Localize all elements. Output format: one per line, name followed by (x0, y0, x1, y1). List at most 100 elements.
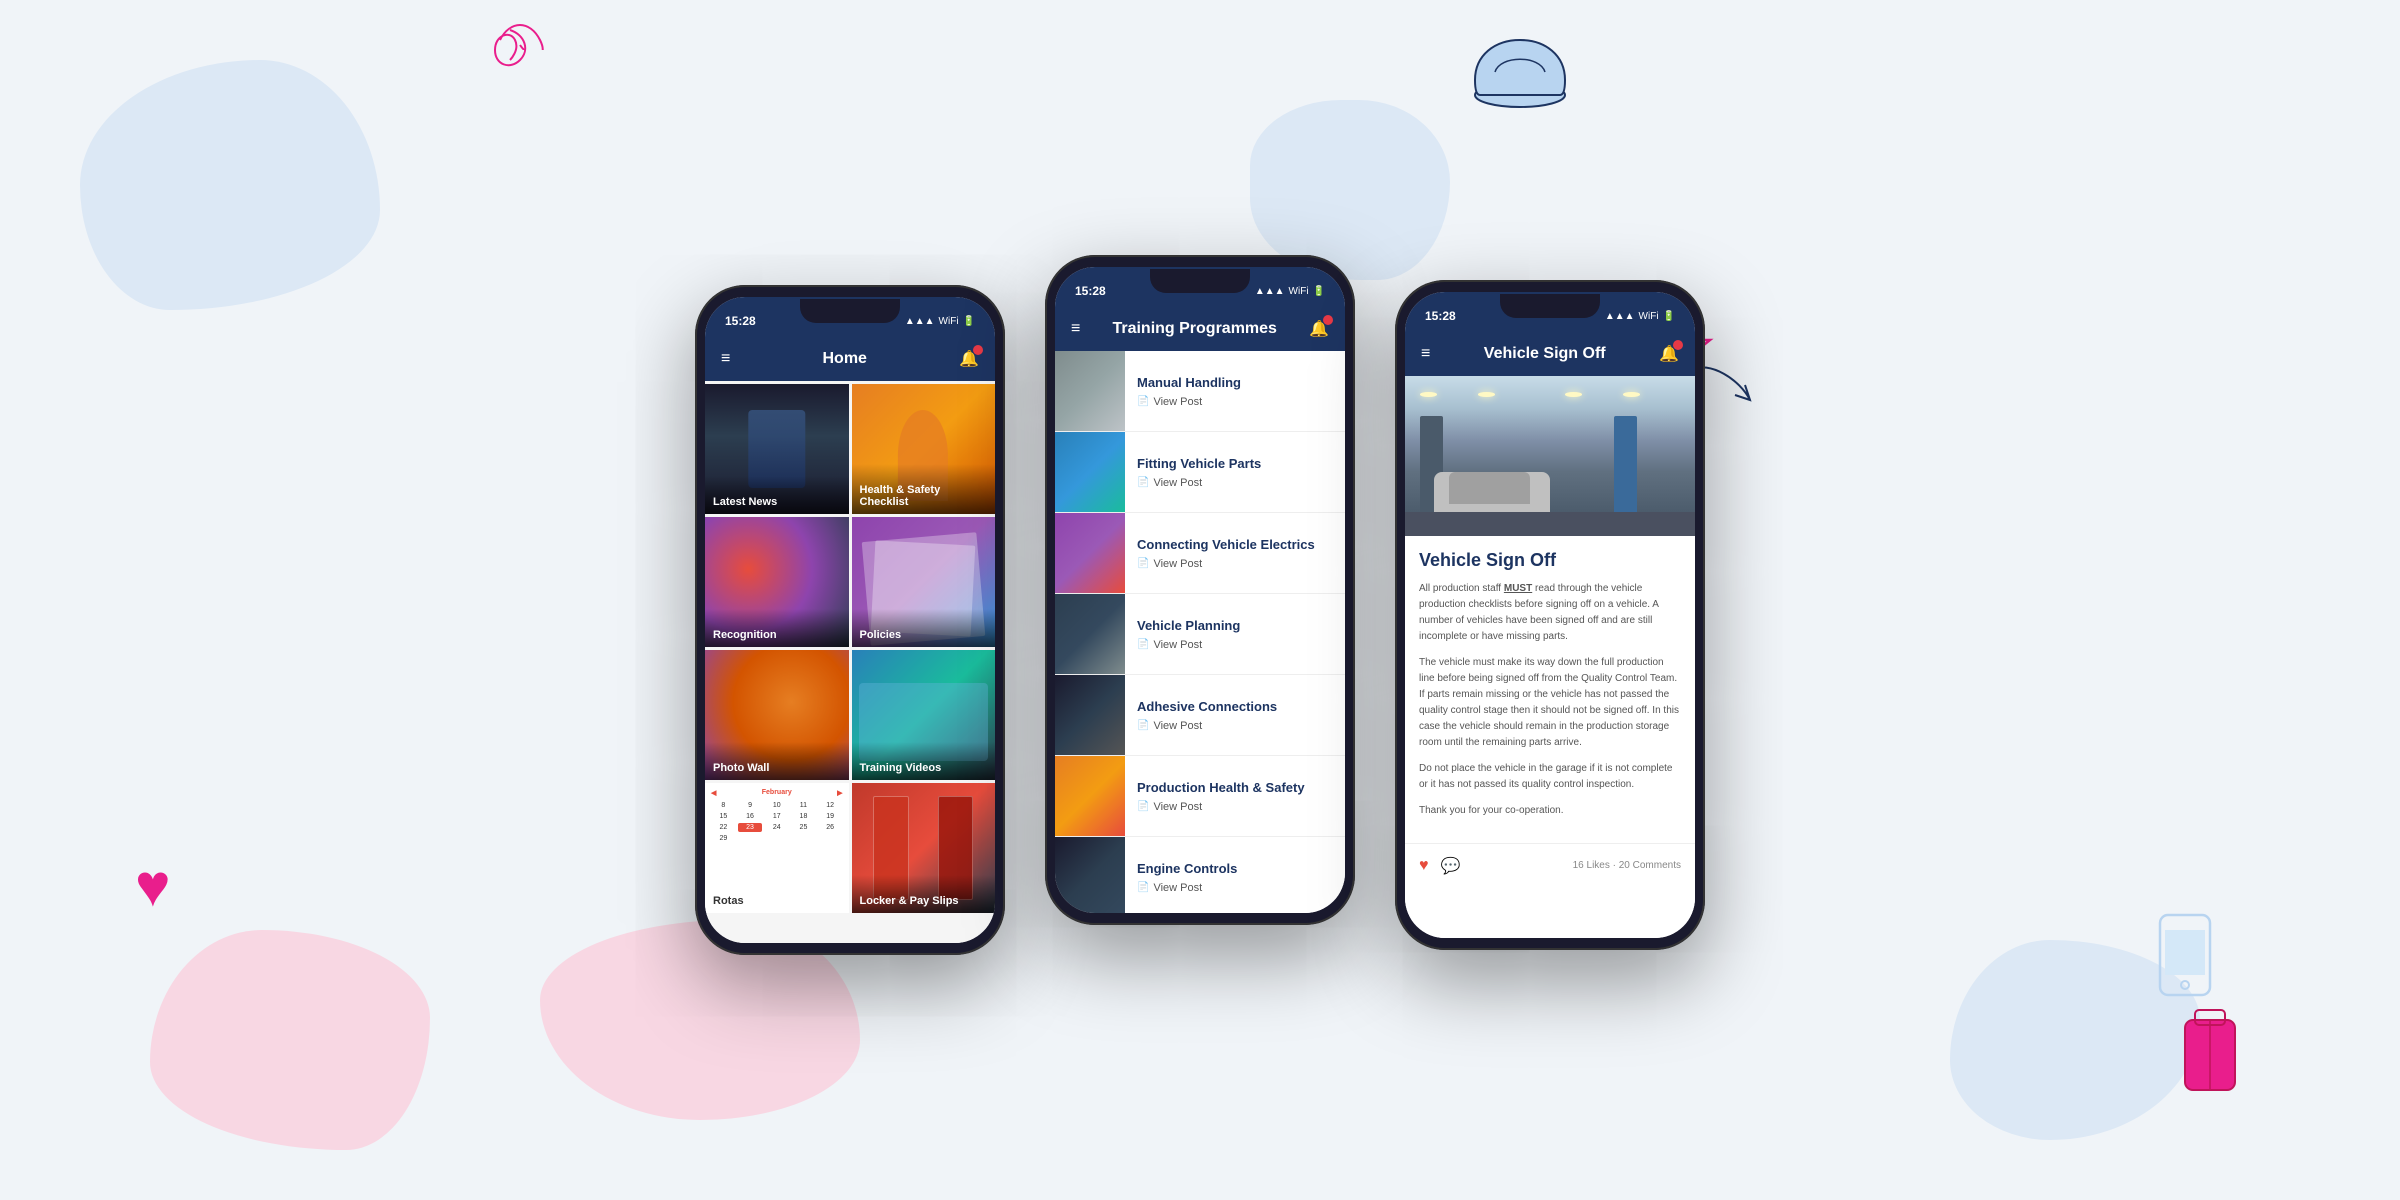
title-vehicle-planning: Vehicle Planning (1137, 618, 1333, 633)
signal-icon-2: ▲▲▲ (1255, 286, 1285, 297)
must-text: MUST (1504, 583, 1532, 594)
grid-item-policies[interactable]: Policies (852, 517, 996, 647)
phone-1-menu-icon[interactable]: ≡ (721, 350, 730, 368)
list-item-production-health[interactable]: Production Health & Safety 📄 View Post (1055, 756, 1345, 837)
training-videos-label: Training Videos (852, 742, 996, 780)
doc-icon-manual: 📄 (1137, 396, 1149, 407)
content-fitting-vehicle: Fitting Vehicle Parts 📄 View Post (1125, 446, 1345, 499)
article-screen: Vehicle Sign Off All production staff MU… (1405, 376, 1695, 938)
phone-3-notch (1500, 294, 1600, 318)
phone-2-notification-badge (1323, 315, 1333, 325)
phone-3-time: 15:28 (1425, 309, 1456, 323)
title-engine-controls: Engine Controls (1137, 861, 1333, 876)
thumb-production-health (1055, 756, 1125, 836)
title-manual-handling: Manual Handling (1137, 375, 1333, 390)
phone-2-bell-icon[interactable]: 🔔 (1309, 319, 1329, 339)
doc-icon-electrics: 📄 (1137, 558, 1149, 569)
title-vehicle-electrics: Connecting Vehicle Electrics (1137, 537, 1333, 552)
phones-container: 15:28 ▲▲▲ WiFi 🔋 ≡ Home 🔔 (0, 0, 2400, 1200)
article-paragraph-2: The vehicle must make its way down the f… (1419, 655, 1681, 751)
battery-icon-3: 🔋 (1663, 311, 1675, 322)
phone-2-status-icons: ▲▲▲ WiFi 🔋 (1255, 286, 1325, 297)
phone-1-title: Home (822, 350, 866, 368)
list-item-vehicle-planning[interactable]: Vehicle Planning 📄 View Post (1055, 594, 1345, 675)
doc-icon-adhesive: 📄 (1137, 720, 1149, 731)
wifi-icon-2: WiFi (1289, 286, 1309, 297)
content-adhesive: Adhesive Connections 📄 View Post (1125, 689, 1345, 742)
phone-1-grid: Latest News Health & Safety Checklist Re… (705, 381, 995, 943)
grid-item-photo-wall[interactable]: Photo Wall (705, 650, 849, 780)
doc-icon-planning: 📄 (1137, 639, 1149, 650)
grid-item-latest-news[interactable]: Latest News (705, 384, 849, 514)
phone-3-top-bar: ≡ Vehicle Sign Off 🔔 (1405, 332, 1695, 376)
training-list: Manual Handling 📄 View Post Fitting Vehi… (1055, 351, 1345, 913)
phone-2-top-bar: ≡ Training Programmes 🔔 (1055, 307, 1345, 351)
wifi-icon-3: WiFi (1639, 311, 1659, 322)
list-item-vehicle-electrics[interactable]: Connecting Vehicle Electrics 📄 View Post (1055, 513, 1345, 594)
doc-icon-engine: 📄 (1137, 882, 1149, 893)
view-post-vehicle-electrics[interactable]: 📄 View Post (1137, 558, 1202, 570)
view-post-adhesive[interactable]: 📄 View Post (1137, 720, 1202, 732)
phone-3-bell-icon[interactable]: 🔔 (1659, 344, 1679, 364)
title-production-health: Production Health & Safety (1137, 780, 1333, 795)
content-vehicle-planning: Vehicle Planning 📄 View Post (1125, 608, 1345, 661)
title-fitting-vehicle: Fitting Vehicle Parts (1137, 456, 1333, 471)
grid-row-4: ◀February▶ 89101112 1516171819 222324252… (705, 783, 995, 913)
content-vehicle-electrics: Connecting Vehicle Electrics 📄 View Post (1125, 527, 1345, 580)
grid-item-rotas[interactable]: ◀February▶ 89101112 1516171819 222324252… (705, 783, 849, 913)
grid-row-1: Latest News Health & Safety Checklist (705, 384, 995, 514)
wifi-icon: WiFi (939, 316, 959, 327)
phone-3-notification-badge (1673, 340, 1683, 350)
article-title: Vehicle Sign Off (1419, 550, 1681, 571)
battery-icon-2: 🔋 (1313, 286, 1325, 297)
latest-news-label: Latest News (705, 476, 849, 514)
grid-item-lockers[interactable]: Locker & Pay Slips (852, 783, 996, 913)
health-safety-label: Health & Safety Checklist (852, 464, 996, 514)
phone-1-notification-badge (973, 345, 983, 355)
grid-item-training-videos[interactable]: Training Videos (852, 650, 996, 780)
like-icon[interactable]: ♥ (1419, 857, 1429, 875)
phone-3-title: Vehicle Sign Off (1484, 345, 1606, 363)
article-footer: ♥ 💬 16 Likes · 20 Comments (1405, 843, 1695, 887)
phone-2-notch (1150, 269, 1250, 293)
article-stats: 16 Likes · 20 Comments (1573, 860, 1681, 871)
view-post-manual-handling[interactable]: 📄 View Post (1137, 396, 1202, 408)
phone-2-screen: 15:28 ▲▲▲ WiFi 🔋 ≡ Training Programmes 🔔 (1055, 267, 1345, 913)
calendar-mini: ◀February▶ 89101112 1516171819 222324252… (705, 783, 849, 849)
title-adhesive: Adhesive Connections (1137, 699, 1333, 714)
phone-2-menu-icon[interactable]: ≡ (1071, 320, 1080, 338)
comment-icon[interactable]: 💬 (1441, 856, 1461, 876)
photo-wall-label: Photo Wall (705, 742, 849, 780)
list-item-adhesive[interactable]: Adhesive Connections 📄 View Post (1055, 675, 1345, 756)
article-paragraph-4: Thank you for your co-operation. (1419, 803, 1681, 819)
signal-icon: ▲▲▲ (905, 316, 935, 327)
lockers-label: Locker & Pay Slips (852, 875, 996, 913)
rotas-label: Rotas (705, 875, 849, 913)
view-post-fitting-vehicle[interactable]: 📄 View Post (1137, 477, 1202, 489)
phone-3-status-icons: ▲▲▲ WiFi 🔋 (1605, 311, 1675, 322)
doc-icon-production: 📄 (1137, 801, 1149, 812)
view-post-production-health[interactable]: 📄 View Post (1137, 801, 1202, 813)
phone-1-bell-icon[interactable]: 🔔 (959, 349, 979, 369)
article-paragraph-1: All production staff MUST read through t… (1419, 581, 1681, 645)
thumb-engine-controls (1055, 837, 1125, 913)
list-item-fitting-vehicle[interactable]: Fitting Vehicle Parts 📄 View Post (1055, 432, 1345, 513)
phone-3-menu-icon[interactable]: ≡ (1421, 345, 1430, 363)
view-post-engine-controls[interactable]: 📄 View Post (1137, 882, 1202, 894)
grid-row-2: Recognition Policies (705, 517, 995, 647)
phone-2-time: 15:28 (1075, 284, 1106, 298)
phone-2-title: Training Programmes (1112, 320, 1277, 338)
list-item-engine-controls[interactable]: Engine Controls 📄 View Post (1055, 837, 1345, 913)
doc-icon-fitting: 📄 (1137, 477, 1149, 488)
article-paragraph-3: Do not place the vehicle in the garage i… (1419, 761, 1681, 793)
list-item-manual-handling[interactable]: Manual Handling 📄 View Post (1055, 351, 1345, 432)
article-body: Vehicle Sign Off All production staff MU… (1405, 536, 1695, 843)
view-post-vehicle-planning[interactable]: 📄 View Post (1137, 639, 1202, 651)
phone-1-status-icons: ▲▲▲ WiFi 🔋 (905, 316, 975, 327)
battery-icon: 🔋 (963, 316, 975, 327)
phone-3-screen: 15:28 ▲▲▲ WiFi 🔋 ≡ Vehicle Sign Off 🔔 (1405, 292, 1695, 938)
grid-item-recognition[interactable]: Recognition (705, 517, 849, 647)
thumb-manual-handling (1055, 351, 1125, 431)
grid-item-health-safety[interactable]: Health & Safety Checklist (852, 384, 996, 514)
phone-1-time: 15:28 (725, 314, 756, 328)
